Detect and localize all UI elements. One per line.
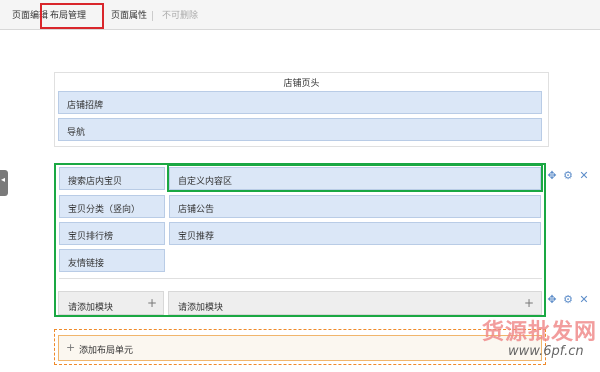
add-layout-unit-button[interactable]: + 添加布局单元 (58, 335, 542, 361)
add-layout-unit-label: 添加布局单元 (79, 346, 134, 356)
watermark-url: www.6pf.cn (508, 344, 584, 359)
module-tools: ✥ ⚙ ✕ (546, 170, 592, 184)
module-ranking[interactable]: 宝贝排行榜 (59, 222, 165, 245)
module-label: 店铺招牌 (67, 101, 104, 111)
tab-not-deletable: 不可删除 (162, 11, 199, 21)
module-label: 导航 (67, 128, 86, 138)
drawer-handle[interactable]: ◂ (0, 170, 8, 196)
add-module-left-button[interactable]: 请添加模块 + (58, 291, 164, 315)
module-item-recommend[interactable]: 宝贝推荐 (169, 222, 541, 245)
module-friend-links[interactable]: 友情链接 (59, 249, 165, 272)
module-navigation[interactable]: 导航 (58, 118, 542, 141)
watermark-text: 货源批发网 (482, 319, 598, 345)
tab-page-properties[interactable]: 页面属性 (111, 8, 147, 21)
module-shop-notice[interactable]: 店铺公告 (169, 195, 541, 218)
header-section-title: 店铺页头 (283, 79, 320, 89)
module-label: 友情链接 (68, 259, 105, 269)
add-module-label: 请添加模块 (178, 303, 224, 313)
add-module-right-button[interactable]: 请添加模块 + (168, 291, 542, 315)
gear-icon[interactable]: ⚙ (562, 294, 574, 306)
move-icon[interactable]: ✥ (546, 170, 558, 182)
custom-content-highlight-box (167, 164, 543, 192)
module-category-vertical[interactable]: 宝贝分类（竖向） (59, 195, 165, 218)
module-search-shop[interactable]: 搜索店内宝贝 (59, 167, 165, 190)
tab-highlight-box (40, 3, 104, 29)
move-icon[interactable]: ✥ (546, 294, 558, 306)
gear-icon[interactable]: ⚙ (562, 170, 574, 182)
plus-icon: + (147, 296, 158, 310)
close-icon[interactable]: ✕ (578, 170, 590, 182)
module-label: 宝贝推荐 (178, 232, 215, 242)
module-shop-sign[interactable]: 店铺招牌 (58, 91, 542, 114)
plus-icon: + (524, 296, 535, 310)
module-label: 宝贝排行榜 (68, 232, 114, 242)
chevron-left-icon: ◂ (1, 175, 6, 184)
divider (59, 278, 542, 279)
add-module-label: 请添加模块 (68, 303, 114, 313)
module-tools: ✥ ⚙ ✕ (546, 294, 592, 308)
close-icon[interactable]: ✕ (578, 294, 590, 306)
tab-divider (152, 11, 153, 21)
module-label: 店铺公告 (178, 205, 215, 215)
module-label: 搜索店内宝贝 (68, 177, 123, 187)
module-label: 宝贝分类（竖向） (68, 205, 141, 215)
plus-icon: + (66, 341, 76, 354)
